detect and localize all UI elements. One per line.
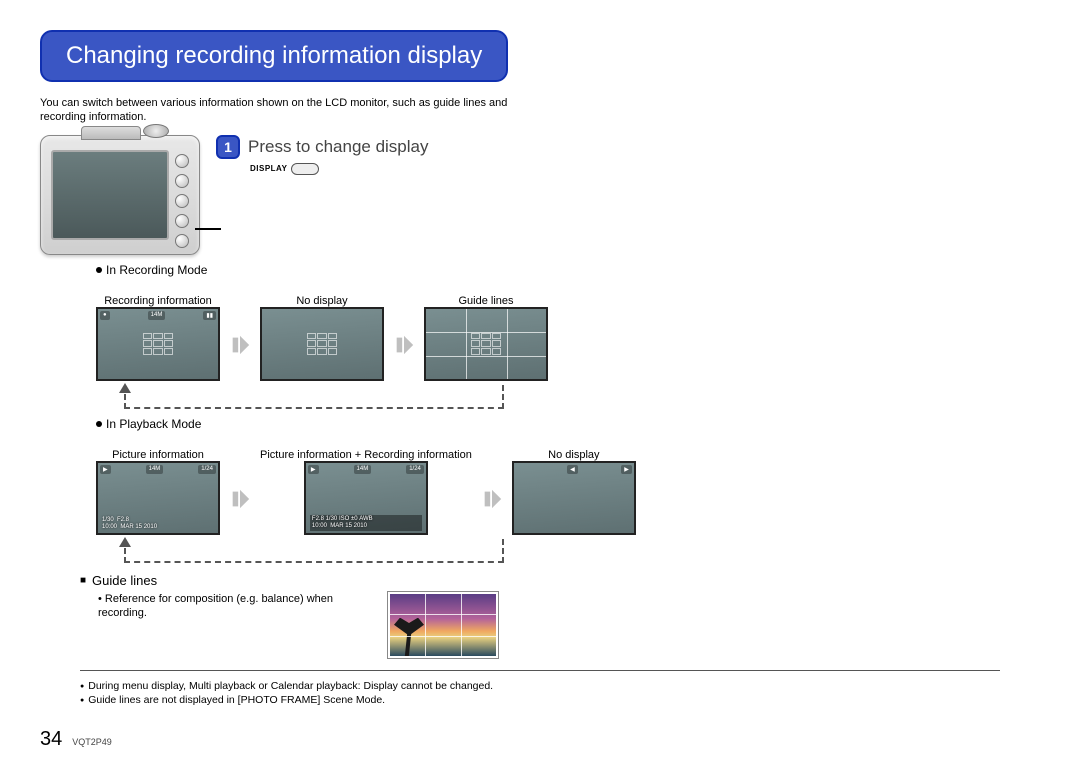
- screen-label: Picture information: [112, 435, 204, 461]
- arrow-right-icon: [228, 485, 252, 513]
- recording-mode-screens: Recording information ●14M▮▮ No display …: [96, 281, 1040, 381]
- note-item: Guide lines are not displayed in [PHOTO …: [80, 693, 1040, 708]
- screen-label: Recording information: [104, 281, 212, 307]
- screen-label: Picture information + Recording informat…: [260, 435, 472, 461]
- loop-arrow: [124, 539, 504, 563]
- step-row: 1 Press to change display DISPLAY: [40, 135, 1040, 255]
- intro-text: You can switch between various informati…: [40, 96, 520, 125]
- screen-label: Guide lines: [458, 281, 513, 307]
- notes-list: During menu display, Multi playback or C…: [80, 679, 1040, 708]
- arrow-right-icon: [480, 485, 504, 513]
- screen-picture-plus-recording: ▶14M1/24 F2.8 1/30 ISO ±0 AWB10:00 MAR 1…: [304, 461, 428, 535]
- page-title: Changing recording information display: [40, 30, 508, 82]
- screen-label: No display: [548, 435, 599, 461]
- display-button-icon: [291, 163, 319, 175]
- arrow-right-icon: [392, 331, 416, 359]
- guide-lines-section: Reference for composition (e.g. balance)…: [98, 592, 1040, 658]
- loop-arrow: [124, 385, 504, 409]
- screen-no-display: [260, 307, 384, 381]
- screen-label: No display: [296, 281, 347, 307]
- guide-lines-example-image: [388, 592, 498, 658]
- screen-recording-info: ●14M▮▮: [96, 307, 220, 381]
- screen-guide-lines: [424, 307, 548, 381]
- display-button-label: DISPLAY: [250, 164, 287, 173]
- screen-picture-info: ▶14M1/24 1/30 F2.810:00 MAR 15 2010: [96, 461, 220, 535]
- camera-illustration: [40, 135, 200, 255]
- page-number: 34: [40, 728, 62, 751]
- arrow-right-icon: [228, 331, 252, 359]
- playback-mode-heading: In Playback Mode: [96, 417, 1040, 431]
- note-item: During menu display, Multi playback or C…: [80, 679, 1040, 694]
- guide-lines-text: Reference for composition (e.g. balance)…: [98, 592, 368, 621]
- playback-mode-screens: Picture information ▶14M1/24 1/30 F2.810…: [96, 435, 1040, 535]
- step-number: 1: [216, 135, 240, 159]
- page-footer: 34 VQT2P49: [40, 728, 112, 751]
- recording-mode-heading: In Recording Mode: [96, 263, 1040, 277]
- doc-code: VQT2P49: [72, 737, 112, 747]
- screen-playback-no-display: .◀▶: [512, 461, 636, 535]
- separator: [80, 670, 1000, 671]
- step-title: Press to change display: [248, 137, 429, 157]
- guide-lines-heading: Guide lines: [80, 573, 1040, 588]
